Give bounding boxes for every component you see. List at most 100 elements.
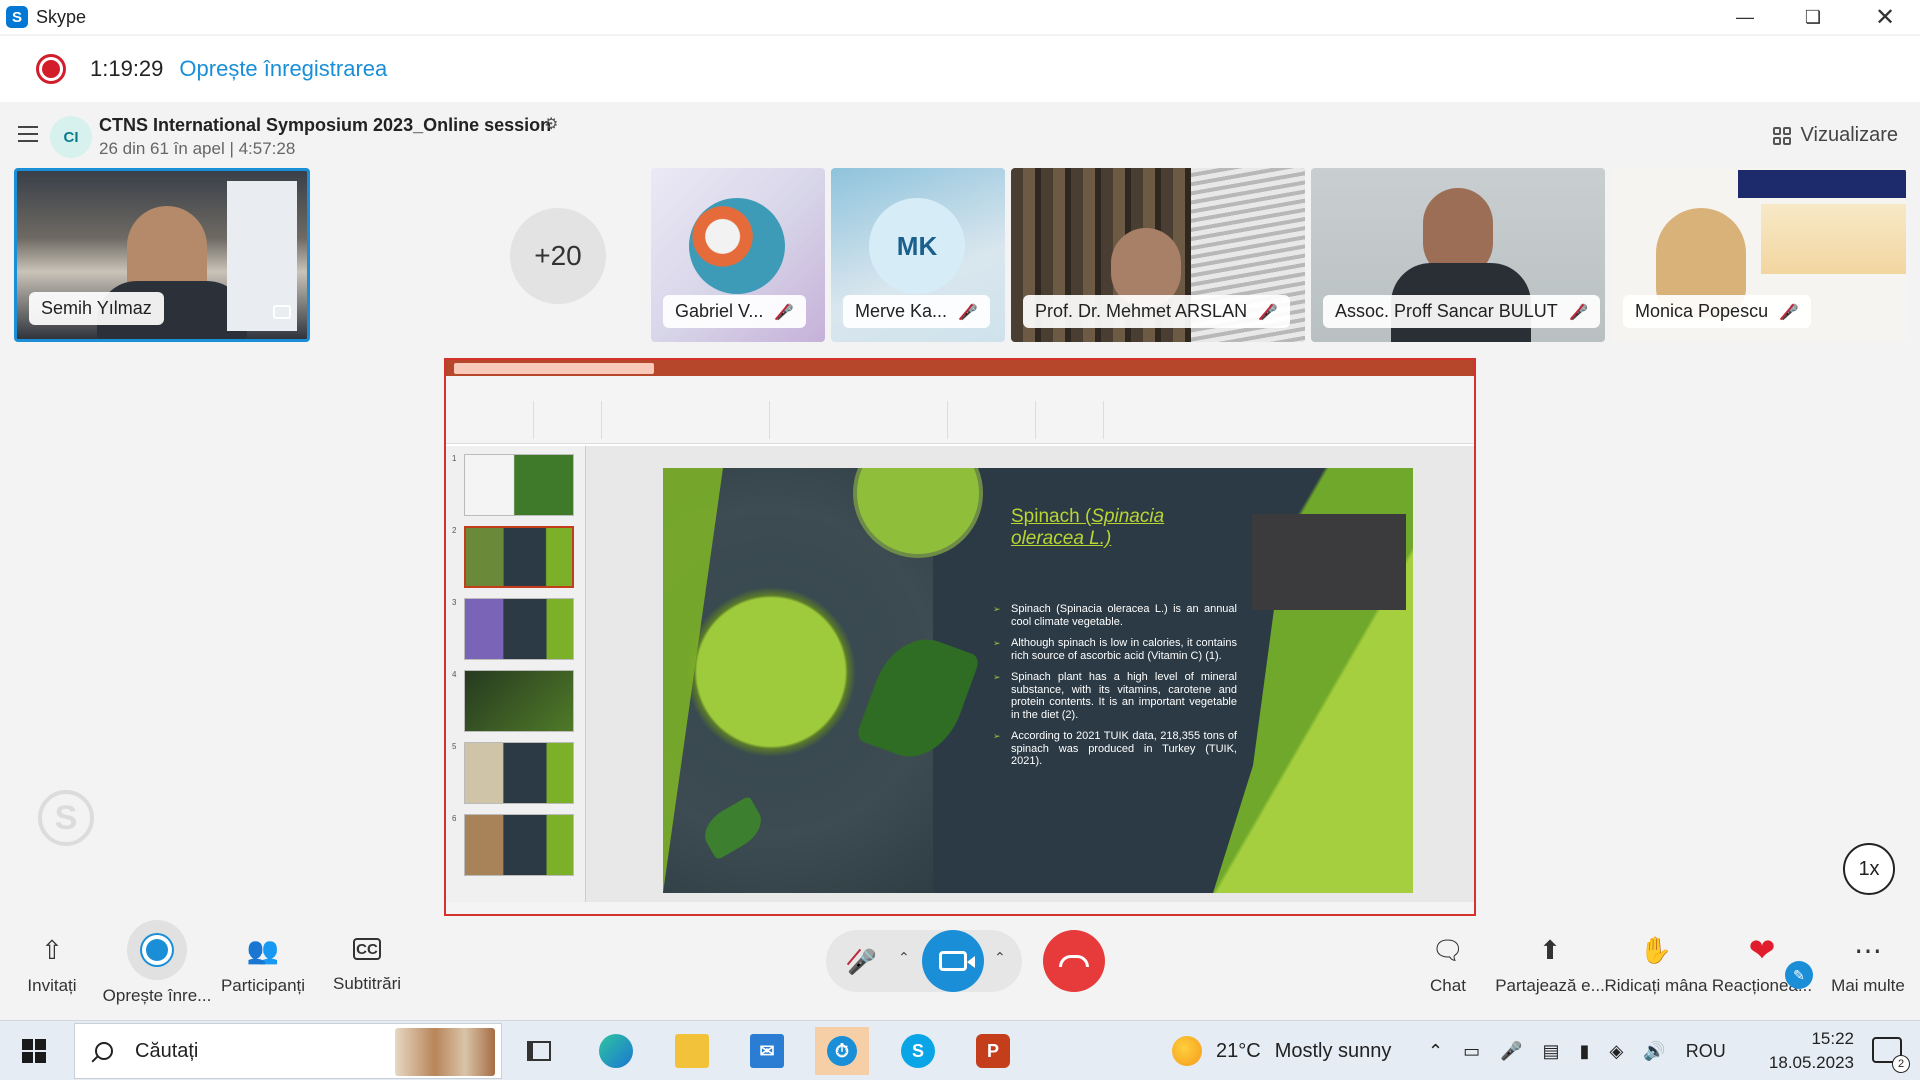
- windows-taskbar: Căutați ✉ ⏱ S P 21°C Mostly sunny ⌃ ▭ 🎤 …: [0, 1020, 1920, 1080]
- share-screen-button[interactable]: ⬆ Partajează e...: [1495, 918, 1605, 1020]
- close-button[interactable]: ✕: [1850, 0, 1920, 34]
- conversation-avatar[interactable]: CI: [50, 116, 92, 158]
- slide-accent-stripe: [663, 468, 723, 893]
- slide-thumbnail[interactable]: [464, 742, 574, 804]
- microphone-icon[interactable]: 🎤: [1500, 1041, 1522, 1062]
- slide-bullet: Spinach plant has a high level of minera…: [993, 671, 1237, 721]
- recording-active-icon: [127, 920, 187, 980]
- raise-hand-button[interactable]: ✋ Ridicați mâna: [1601, 918, 1711, 1020]
- slide-thumbnail[interactable]: [464, 670, 574, 732]
- slide-thumbnail[interactable]: [464, 598, 574, 660]
- slide-thumbnail-selected[interactable]: [464, 526, 574, 588]
- slide-bullet: Spinach (Spinacia oleracea L.) is an ann…: [993, 603, 1237, 628]
- weather-description: Mostly sunny: [1274, 1039, 1392, 1062]
- wifi-icon[interactable]: ◈: [1609, 1041, 1623, 1062]
- stop-recording-link[interactable]: Oprește înregistrarea: [179, 56, 387, 82]
- self-video-tile[interactable]: Semih Yılmaz: [14, 168, 310, 342]
- participant-tile-merve[interactable]: MK Merve Ka... 🎤: [831, 168, 1005, 342]
- invite-button[interactable]: ⇧ Invitați: [0, 918, 107, 1020]
- microphone-muted-button[interactable]: 🎤: [836, 936, 888, 988]
- weather-widget[interactable]: 21°C Mostly sunny: [1172, 1021, 1391, 1080]
- conversation-title[interactable]: CTNS International Symposium 2023_Online…: [99, 115, 551, 136]
- participant-tile-sancar[interactable]: Assoc. Proff Sancar BULUT 🎤: [1311, 168, 1605, 342]
- recording-bar: 1:19:29 Oprește înregistrarea: [0, 36, 1920, 102]
- taskbar-search-box[interactable]: Căutați: [74, 1023, 502, 1079]
- slide-thumbnail[interactable]: [464, 814, 574, 876]
- windows-start-icon[interactable]: [22, 1039, 46, 1063]
- search-icon: [95, 1042, 113, 1060]
- phone-hangup-icon: [1059, 955, 1089, 967]
- search-highlight-image: [395, 1028, 495, 1076]
- chevron-up-icon[interactable]: ⌃: [1428, 1041, 1443, 1062]
- more-dots-icon: ⋯: [1854, 934, 1882, 966]
- muted-microphone-icon: 🎤: [775, 303, 795, 321]
- camera-button[interactable]: [922, 930, 984, 992]
- restore-button[interactable]: ❏: [1778, 0, 1848, 34]
- participant-initials-avatar: MK: [869, 198, 965, 294]
- search-placeholder: Căutați: [135, 1039, 199, 1062]
- people-icon: 👥: [246, 934, 280, 965]
- slide-bullet: According to 2021 TUIK data, 218,355 ton…: [993, 730, 1237, 768]
- task-view-icon[interactable]: [512, 1027, 566, 1075]
- edit-pencil-icon[interactable]: ✎: [1785, 961, 1813, 989]
- video-camera-icon: [939, 951, 975, 971]
- conversation-header: CI CTNS International Symposium 2023_Onl…: [0, 108, 1920, 164]
- conversation-subtitle: 26 din 61 în apel | 4:57:28: [99, 139, 296, 158]
- muted-microphone-icon: 🎤: [1259, 303, 1278, 321]
- mail-icon[interactable]: ✉: [740, 1027, 794, 1075]
- stop-recording-button[interactable]: Oprește înre...: [102, 918, 212, 1020]
- hang-up-button[interactable]: [1043, 930, 1105, 992]
- chat-bubble-icon: 🗨: [1431, 934, 1465, 965]
- participant-tile-monica[interactable]: Monica Popescu 🎤: [1611, 168, 1906, 342]
- edge-browser-icon[interactable]: [589, 1027, 643, 1075]
- view-label: Vizualizare: [1800, 124, 1898, 146]
- more-options-button[interactable]: ⋯ Mai multe: [1813, 918, 1920, 1020]
- clock-date: 18.05.2023: [1768, 1053, 1854, 1072]
- taskbar-clock[interactable]: 15:22 18.05.2023: [1769, 1027, 1854, 1075]
- more-participants-button[interactable]: +20: [510, 208, 606, 304]
- audio-options-chevron-icon[interactable]: ⌄: [898, 948, 910, 965]
- powerpoint-titlebar: [446, 360, 1474, 376]
- slide-thumbnail[interactable]: [464, 454, 574, 516]
- subtitles-button[interactable]: CC Subtitrări: [312, 918, 422, 1020]
- device-icon[interactable]: ▭: [1463, 1041, 1480, 1062]
- powerpoint-search-box: [454, 362, 654, 374]
- participant-tile-gabriel[interactable]: Gabriel V... 🎤: [651, 168, 825, 342]
- video-options-chevron-icon[interactable]: ⌄: [994, 948, 1006, 965]
- participant-tile-mehmet[interactable]: Prof. Dr. Mehmet ARSLAN 🎤: [1011, 168, 1305, 342]
- playback-speed-button[interactable]: 1x: [1843, 843, 1895, 895]
- shared-screen[interactable]: 1 2 3 4 5 6 Spinach (Spinacia oleracea L…: [444, 358, 1476, 916]
- screen-share-icon: [273, 305, 291, 319]
- share-screen-icon: ⬆: [1539, 934, 1561, 965]
- slide-bullet: Although spinach is low in calories, it …: [993, 637, 1237, 662]
- volume-icon[interactable]: 🔊: [1643, 1041, 1665, 1062]
- system-tray: ⌃ ▭ 🎤 ▤ ▮ ◈ 🔊 ROU: [1428, 1021, 1726, 1080]
- participant-name: Assoc. Proff Sancar BULUT 🎤: [1323, 295, 1601, 328]
- battery-icon[interactable]: ▮: [1580, 1041, 1590, 1062]
- network-icon[interactable]: ▤: [1543, 1041, 1560, 1062]
- menu-icon[interactable]: [18, 126, 38, 142]
- slide-thumbnails-panel[interactable]: 1 2 3 4 5 6: [446, 446, 586, 902]
- recording-icon: [36, 54, 66, 84]
- file-explorer-icon[interactable]: [665, 1027, 719, 1075]
- skype-taskbar-icon[interactable]: S: [891, 1027, 945, 1075]
- minimize-button[interactable]: —: [1710, 0, 1780, 34]
- muted-microphone-icon: 🎤: [1569, 303, 1589, 321]
- muted-microphone-icon: 🎤: [959, 303, 978, 321]
- window-title: Skype: [36, 6, 87, 27]
- powerpoint-workspace: 1 2 3 4 5 6 Spinach (Spinacia oleracea L…: [446, 446, 1474, 902]
- skype-watermark-icon: S: [38, 790, 94, 846]
- participants-button[interactable]: 👥 Participanți: [208, 918, 318, 1020]
- participant-name: Monica Popescu 🎤: [1623, 295, 1811, 328]
- recording-timer: 1:19:29: [90, 56, 164, 81]
- input-language[interactable]: ROU: [1686, 1041, 1726, 1062]
- share-upload-icon: ⇧: [41, 934, 63, 965]
- view-button[interactable]: Vizualizare: [1772, 124, 1898, 147]
- heart-icon: ❤: [1748, 932, 1776, 968]
- participant-name: Gabriel V... 🎤: [663, 295, 807, 328]
- powerpoint-taskbar-icon[interactable]: P: [966, 1027, 1020, 1075]
- chat-button[interactable]: 🗨 Chat: [1393, 918, 1503, 1020]
- screen-recorder-icon[interactable]: ⏱: [815, 1027, 869, 1075]
- settings-gear-icon[interactable]: ⚙: [544, 114, 558, 134]
- participant-name: Semih Yılmaz: [29, 292, 164, 325]
